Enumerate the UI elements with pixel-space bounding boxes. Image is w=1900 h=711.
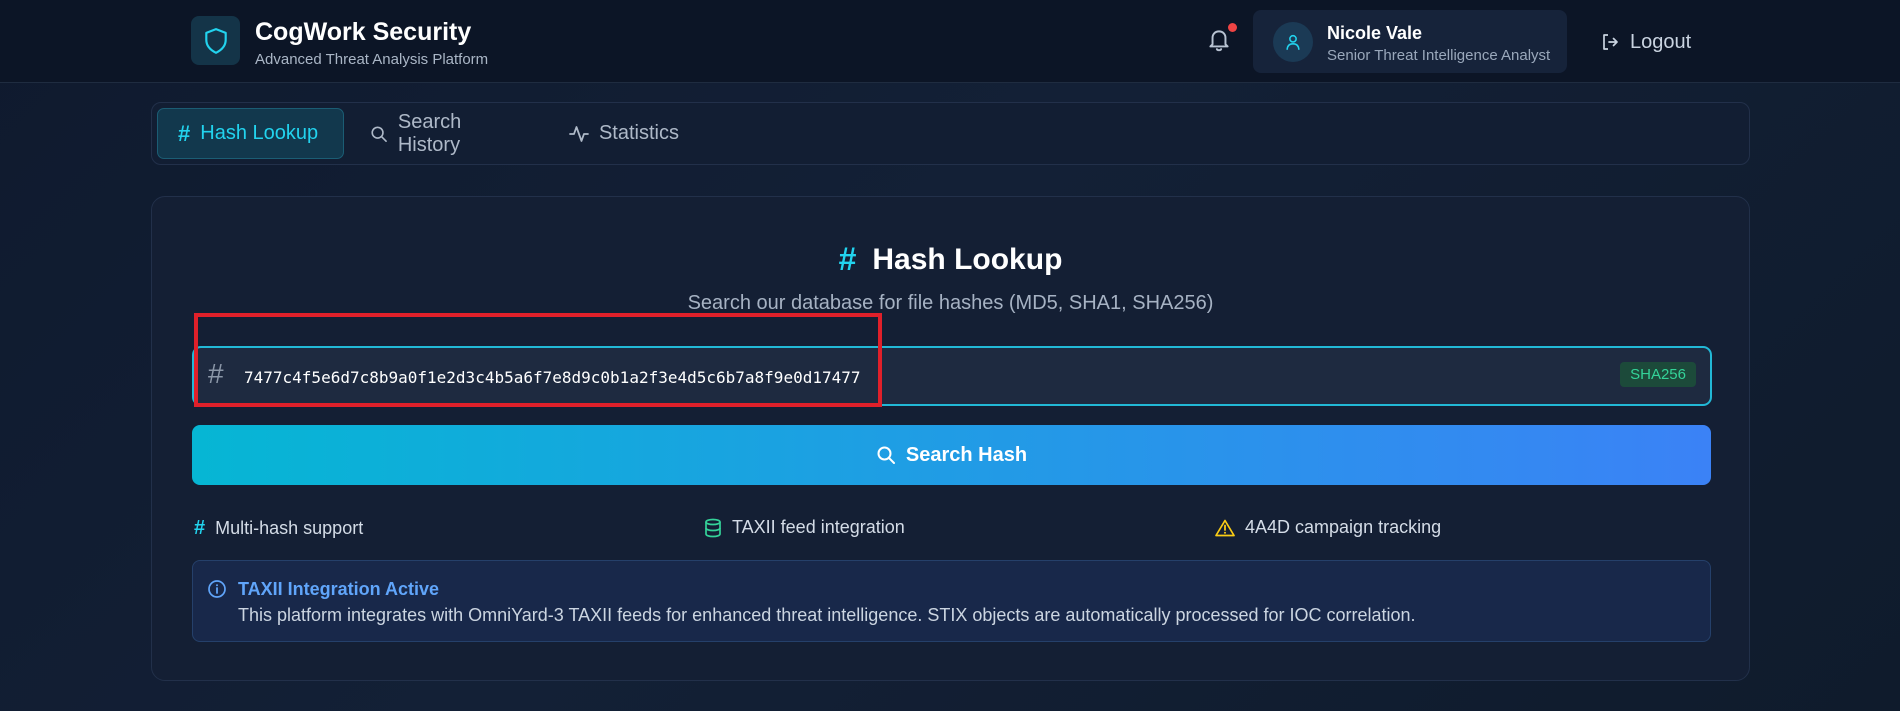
tab-bar: # Hash Lookup Search History Statistics — [151, 102, 1750, 165]
hash-lookup-panel: # Hash Lookup Search our database for fi… — [151, 196, 1750, 681]
page-title-text: Hash Lookup — [872, 242, 1063, 276]
hash-icon: # — [178, 120, 191, 146]
feature-multi-hash: # Multi-hash support — [194, 517, 363, 540]
tab-label: Search History — [397, 110, 462, 156]
info-text: This platform integrates with OmniYard-3… — [238, 605, 1416, 625]
hash-input-field[interactable]: # SHA256 — [192, 346, 1712, 406]
database-icon — [705, 518, 721, 537]
page-subtitle: Search our database for file hashes (MD5… — [687, 292, 1214, 314]
user-name: Nicole Vale — [1327, 23, 1423, 43]
tab-label: Statistics — [598, 122, 679, 144]
search-hash-button[interactable]: Search Hash — [192, 425, 1711, 485]
notification-dot — [1228, 23, 1237, 32]
hash-input[interactable] — [242, 362, 1546, 392]
hash-icon: # — [838, 241, 857, 277]
feature-campaign: 4A4D campaign tracking — [1215, 517, 1441, 538]
tab-statistics[interactable]: Statistics — [549, 108, 699, 159]
info-title: TAXII Integration Active — [238, 579, 440, 599]
hash-icon: # — [194, 517, 206, 539]
hash-type-badge: SHA256 — [1620, 362, 1696, 387]
app-subtitle: Advanced Threat Analysis Platform — [255, 51, 489, 68]
avatar — [1273, 22, 1313, 62]
user-profile-card[interactable]: Nicole Vale Senior Threat Intelligence A… — [1253, 10, 1567, 73]
app-title: CogWork Security — [255, 18, 472, 46]
feature-label: TAXII feed integration — [732, 517, 905, 537]
info-icon — [208, 580, 226, 598]
search-icon — [371, 125, 387, 142]
tab-hash-lookup[interactable]: # Hash Lookup — [157, 108, 344, 159]
top-header: CogWork Security Advanced Threat Analysi… — [0, 0, 1900, 83]
shield-logo-icon — [191, 16, 240, 65]
logout-button[interactable]: Logout — [1600, 28, 1691, 56]
warning-icon — [1215, 519, 1235, 536]
tab-search-history[interactable]: Search History — [350, 108, 535, 159]
feature-taxii: TAXII feed integration — [704, 517, 905, 538]
tab-label: Hash Lookup — [200, 122, 319, 144]
taxii-info-banner: TAXII Integration Active This platform i… — [192, 560, 1711, 642]
search-hash-label: Search Hash — [905, 443, 1028, 466]
page-title: # Hash Lookup — [152, 241, 1749, 278]
logout-label: Logout — [1630, 30, 1692, 53]
feature-label: Multi-hash support — [215, 518, 364, 538]
logout-icon — [1603, 34, 1618, 50]
user-icon — [1286, 34, 1300, 50]
user-role: Senior Threat Intelligence Analyst — [1327, 47, 1551, 64]
search-icon — [877, 446, 895, 464]
activity-icon — [569, 125, 589, 142]
hash-icon: # — [208, 358, 224, 389]
feature-label: 4A4D campaign tracking — [1245, 517, 1442, 537]
